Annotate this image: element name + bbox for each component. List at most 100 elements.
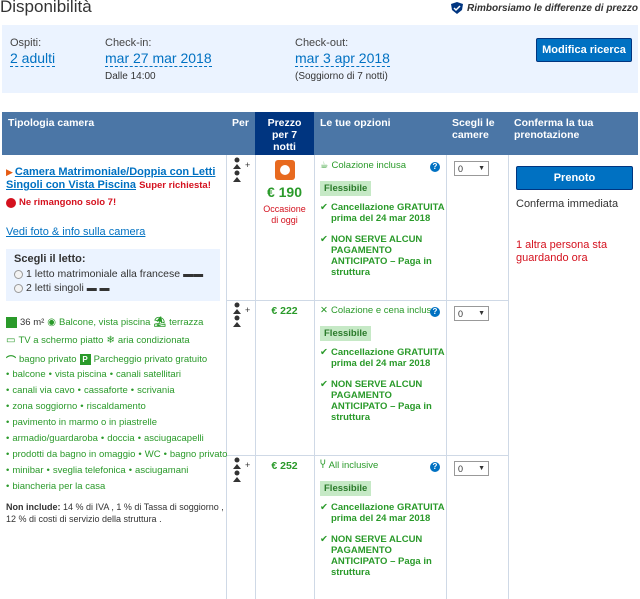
offer-options: Ⴤ All inclusive ? Flessibile ✔ Cancellazio… xyxy=(314,460,446,599)
meal-plan: ✕ Colazione e cena incluse xyxy=(320,305,446,316)
room-name-link[interactable]: ▶ Camera Matrimoniale/Doppia con Letti Si… xyxy=(6,166,220,192)
feature-row: 36 m² ◉ Balcone, vista piscina ⛱ terrazz… xyxy=(6,317,203,328)
room-quantity-select[interactable]: 0 ▼ xyxy=(454,161,489,176)
svg-text:+: + xyxy=(245,305,250,315)
meal-plan: ☕ Colazione inclusa xyxy=(320,160,446,171)
table-header: Tipologia camera Per Prezzo per 7 notti … xyxy=(2,112,638,155)
amenity-row: • zona soggiorno • riscaldamento xyxy=(6,401,146,412)
prepayment-text: NON SERVE ALCUN PAGAMENTO ANTICIPATO – P… xyxy=(330,234,432,278)
deal-line2: di oggi xyxy=(271,215,298,225)
stay-length: (Soggiorno di 7 notti) xyxy=(295,71,388,82)
header-confirm: Conferma la tua prenotazione xyxy=(508,112,638,155)
drink-icon: Ⴤ xyxy=(320,460,326,471)
amenity: minibar xyxy=(12,465,44,476)
column-divider xyxy=(508,155,509,599)
header-price-line3: notti xyxy=(273,141,296,153)
feature-row: ▭ TV a schermo piatto ❄ aria condizionat… xyxy=(6,335,190,346)
select-value: 0 xyxy=(458,163,464,174)
room-size: 36 m² xyxy=(20,317,45,328)
single-beds-icon: ▬ ▬ xyxy=(86,282,110,294)
instant-confirmation: Conferma immediata xyxy=(516,198,619,210)
amenity-row: • pavimento in marmo o in piastrelle xyxy=(6,417,158,428)
checkin-label: Check-in: xyxy=(105,37,152,49)
room-quantity-select[interactable]: 0 ▼ xyxy=(454,306,489,321)
check-icon: ✔ xyxy=(320,202,328,213)
amenity: biancheria per la casa xyxy=(12,481,106,492)
header-confirm-line1: Conferma la tua xyxy=(514,117,594,129)
amenity: sveglia telefonica xyxy=(52,465,126,476)
bed-option-label: 2 letti singoli xyxy=(26,282,84,294)
amenity-row: • biancheria per la casa xyxy=(6,481,106,492)
feature-label: aria condizionata xyxy=(117,335,190,346)
amenity-row: • minibar • sveglia telefonica • asciugaman… xyxy=(6,465,189,476)
header-price: Prezzo per 7 notti xyxy=(255,112,314,155)
parking-icon: P xyxy=(79,354,91,365)
terrace-icon: ⛱ xyxy=(153,317,167,328)
info-icon[interactable]: ? xyxy=(430,162,440,172)
two-persons-icon: + xyxy=(232,157,250,182)
amenity: bagno privato xyxy=(169,449,228,460)
amenity: WC xyxy=(144,449,161,460)
select-value: 0 xyxy=(458,308,464,319)
radio-button[interactable] xyxy=(14,269,23,279)
search-summary: Ospiti: 2 adulti Check-in: mar 27 mar 20… xyxy=(2,25,638,93)
header-choose: Scegli le camere xyxy=(446,112,508,155)
page-title: Disponibilità xyxy=(0,0,92,16)
header-per: Per xyxy=(232,117,249,129)
amenity: canali satellitari xyxy=(116,369,181,380)
checkin-value[interactable]: mar 27 mar 2018 xyxy=(105,50,212,67)
flexible-badge: Flessibile xyxy=(320,481,372,496)
room-select: 0 ▼ xyxy=(446,461,508,476)
check-shield-icon xyxy=(451,2,464,14)
guests-value[interactable]: 2 adulti xyxy=(10,50,56,67)
room-quantity-select[interactable]: 0 ▼ xyxy=(454,461,489,476)
guests-label: Ospiti: xyxy=(10,37,42,49)
price-value: € 252 xyxy=(271,460,298,472)
feature-row: ⌒ bagno privato P Parcheggio privato gra… xyxy=(6,352,207,367)
cancellation: ✔ Cancellazione GRATUITA prima del 24 mar… xyxy=(320,347,446,369)
header-choose-line1: Scegli le xyxy=(452,117,495,129)
remaining-rooms: Ne rimangono solo 7! xyxy=(6,197,116,208)
coffee-icon: ☕ xyxy=(320,160,329,171)
cancellation-text: Cancellazione GRATUITA prima del 24 mar … xyxy=(330,347,445,369)
snowflake-icon: ❄ xyxy=(106,335,115,346)
amenity: vista piscina xyxy=(54,369,107,380)
bed-option-single[interactable]: 2 letti singoli ▬ ▬ xyxy=(14,281,212,295)
book-button[interactable]: Prenoto xyxy=(516,166,633,190)
price-value: € 222 xyxy=(271,305,298,317)
checkout-value[interactable]: mar 3 apr 2018 xyxy=(295,50,390,67)
amenity: prodotti da bagno in omaggio xyxy=(12,449,136,460)
cancellation: ✔ Cancellazione GRATUITA prima del 24 mar… xyxy=(320,202,446,224)
price-value: € 190 xyxy=(266,184,303,200)
bed-option-double[interactable]: 1 letto matrimoniale alla francese ▬▬ xyxy=(14,267,212,281)
remaining-text: Ne rimangono solo 7! xyxy=(19,197,117,208)
cutlery-icon: ✕ xyxy=(320,305,328,316)
radio-button[interactable] xyxy=(14,283,23,293)
occupancy: + xyxy=(226,157,255,183)
prepayment-text: NON SERVE ALCUN PAGAMENTO ANTICIPATO – P… xyxy=(330,379,432,423)
eye-icon: ◉ xyxy=(47,317,57,328)
amenity: balcone xyxy=(12,369,46,380)
modify-search-button[interactable]: Modifica ricerca xyxy=(536,38,632,62)
deal-line1: Occasione xyxy=(263,204,306,214)
amenity: armadio/guardaroba xyxy=(12,433,98,444)
info-icon[interactable]: ? xyxy=(430,307,440,317)
header-room-type: Tipologia camera xyxy=(8,117,95,129)
not-included-label: Non include: xyxy=(6,502,61,512)
photos-link[interactable]: Vedi foto & info sulla camera xyxy=(6,226,145,238)
arrow-right-icon: ▶ xyxy=(6,167,13,177)
info-icon[interactable]: ? xyxy=(430,462,440,472)
amenity: asciugamani xyxy=(135,465,189,476)
prepayment: ✔ NON SERVE ALCUN PAGAMENTO ANTICIPATO – … xyxy=(320,534,446,578)
alert-dot-icon xyxy=(6,197,16,208)
room-size-icon xyxy=(6,317,17,328)
column-divider xyxy=(226,155,227,599)
svg-text:+: + xyxy=(245,460,250,470)
amenity: cassaforte xyxy=(83,385,128,396)
feature-label: TV a schermo piatto xyxy=(18,335,104,346)
check-icon: ✔ xyxy=(320,502,328,513)
header-confirm-line2: prenotazione xyxy=(514,129,580,141)
meal-label: All inclusive xyxy=(328,460,379,471)
amenity: asciugacapelli xyxy=(144,433,204,444)
tv-icon: ▭ xyxy=(6,335,16,346)
